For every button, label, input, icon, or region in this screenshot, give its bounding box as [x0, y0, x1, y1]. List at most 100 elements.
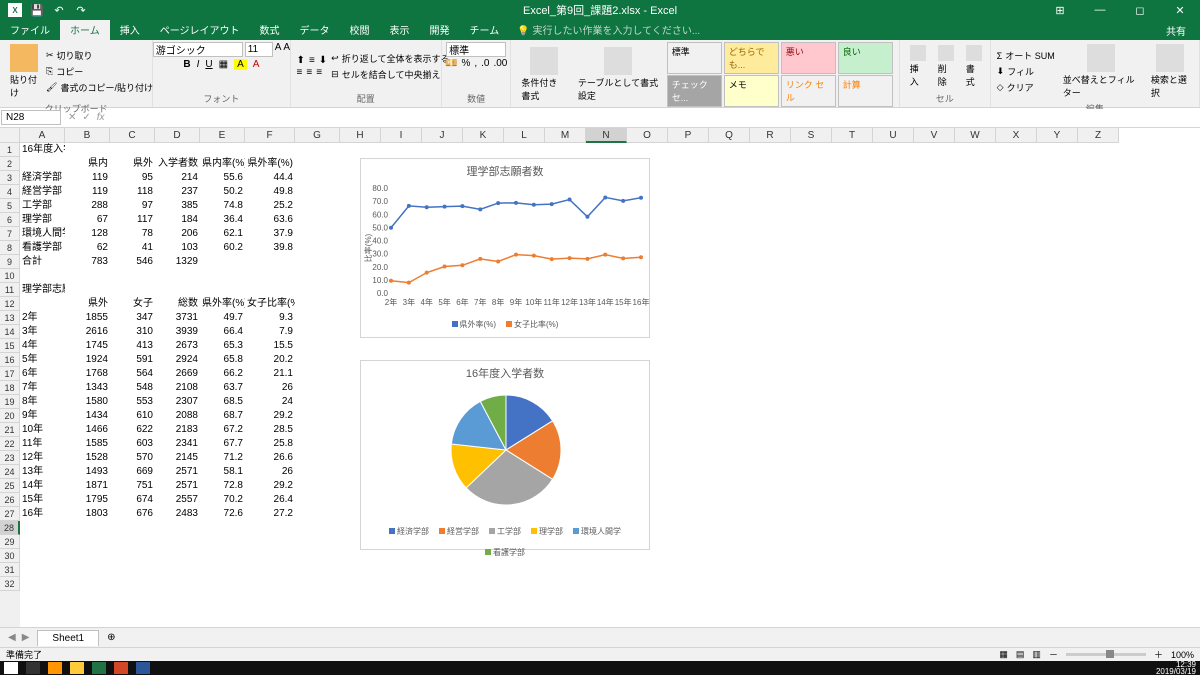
- cell[interactable]: 50.2: [200, 185, 245, 199]
- col-header[interactable]: B: [65, 128, 110, 143]
- cell[interactable]: 548: [110, 381, 155, 395]
- col-header[interactable]: T: [832, 128, 873, 143]
- inc-decimal-icon[interactable]: .0: [481, 58, 489, 69]
- row-header[interactable]: 2: [0, 157, 20, 171]
- cell[interactable]: 2571: [155, 479, 200, 493]
- font-size-select[interactable]: [245, 42, 273, 57]
- cell[interactable]: 70.2: [200, 493, 245, 507]
- cell[interactable]: 2669: [155, 367, 200, 381]
- cell[interactable]: 570: [110, 451, 155, 465]
- row-header[interactable]: 15: [0, 339, 20, 353]
- view-break-icon[interactable]: ▥: [1032, 649, 1041, 660]
- view-normal-icon[interactable]: ▦: [999, 649, 1008, 660]
- cell[interactable]: 49.7: [200, 311, 245, 325]
- cell[interactable]: 67.2: [200, 423, 245, 437]
- cell[interactable]: 546: [110, 255, 155, 269]
- search-icon[interactable]: [26, 662, 40, 674]
- style-neutral[interactable]: どちらでも...: [724, 42, 779, 74]
- row-header[interactable]: 3: [0, 171, 20, 185]
- style-normal[interactable]: 標準: [667, 42, 722, 74]
- cell[interactable]: 66.4: [200, 325, 245, 339]
- tab-データ[interactable]: データ: [290, 19, 340, 40]
- cell[interactable]: 37.9: [245, 227, 295, 241]
- copy-button[interactable]: ⎘ コピー: [46, 64, 153, 79]
- cell[interactable]: 2616: [65, 325, 110, 339]
- cell[interactable]: 1343: [65, 381, 110, 395]
- col-header[interactable]: H: [340, 128, 381, 143]
- row-header[interactable]: 7: [0, 227, 20, 241]
- row-header[interactable]: 20: [0, 409, 20, 423]
- cell[interactable]: 1855: [65, 311, 110, 325]
- cell[interactable]: 2307: [155, 395, 200, 409]
- word-icon[interactable]: [136, 662, 150, 674]
- cell[interactable]: 1580: [65, 395, 110, 409]
- cell[interactable]: 2145: [155, 451, 200, 465]
- cancel-fx-icon[interactable]: ✕: [68, 112, 76, 123]
- cell[interactable]: 67.7: [200, 437, 245, 451]
- save-icon[interactable]: 💾: [30, 3, 44, 17]
- clear-button[interactable]: ◇ クリア: [997, 80, 1055, 95]
- cell[interactable]: 13年: [20, 465, 65, 479]
- cond-format-button[interactable]: 条件付き書式: [517, 45, 569, 104]
- col-header[interactable]: I: [381, 128, 422, 143]
- cell[interactable]: 14年: [20, 479, 65, 493]
- row-header[interactable]: 30: [0, 549, 20, 563]
- pie-chart[interactable]: 16年度入学者数 経済学部経営学部工学部理学部環境人間学看護学部: [360, 360, 650, 550]
- cell[interactable]: 553: [110, 395, 155, 409]
- cell[interactable]: 65.8: [200, 353, 245, 367]
- zoom-level[interactable]: 100%: [1171, 650, 1194, 660]
- cell[interactable]: 15.5: [245, 339, 295, 353]
- tab-ページレイアウト[interactable]: ページレイアウト: [150, 19, 250, 40]
- cell[interactable]: 68.7: [200, 409, 245, 423]
- cell[interactable]: 11年: [20, 437, 65, 451]
- cell[interactable]: 7.9: [245, 325, 295, 339]
- zoom-out-icon[interactable]: －: [1049, 648, 1058, 661]
- cell[interactable]: 1493: [65, 465, 110, 479]
- cell[interactable]: 6年: [20, 367, 65, 381]
- cell[interactable]: 県外: [65, 297, 110, 311]
- cell[interactable]: 9年: [20, 409, 65, 423]
- autosum-button[interactable]: Σ オート SUM: [997, 48, 1055, 63]
- cell[interactable]: 2年: [20, 311, 65, 325]
- cell[interactable]: 29.2: [245, 409, 295, 423]
- cell[interactable]: 66.2: [200, 367, 245, 381]
- col-header[interactable]: L: [504, 128, 545, 143]
- cell[interactable]: 15年: [20, 493, 65, 507]
- sheet-tab[interactable]: Sheet1: [37, 630, 99, 646]
- currency-icon[interactable]: 💴: [445, 58, 457, 69]
- cell[interactable]: 119: [65, 185, 110, 199]
- cell[interactable]: 理学部志願者数の推移: [20, 283, 65, 297]
- tab-開発[interactable]: 開発: [420, 19, 460, 40]
- row-header[interactable]: 8: [0, 241, 20, 255]
- cell[interactable]: 28.5: [245, 423, 295, 437]
- row-header[interactable]: 32: [0, 577, 20, 591]
- cell[interactable]: 63.6: [245, 213, 295, 227]
- cell[interactable]: 16年: [20, 507, 65, 521]
- close-icon[interactable]: ✕: [1160, 0, 1200, 20]
- underline-button[interactable]: U: [205, 59, 212, 70]
- col-header[interactable]: U: [873, 128, 914, 143]
- row-header[interactable]: 11: [0, 283, 20, 297]
- cell[interactable]: 5年: [20, 353, 65, 367]
- cell[interactable]: 女子比率(%): [245, 297, 295, 311]
- align-top-icon[interactable]: ⬆: [297, 55, 305, 66]
- row-header[interactable]: 4: [0, 185, 20, 199]
- tab-ホーム[interactable]: ホーム: [60, 19, 110, 40]
- cell[interactable]: 16年度入学者: [20, 143, 65, 157]
- cell[interactable]: 1795: [65, 493, 110, 507]
- row-header[interactable]: 21: [0, 423, 20, 437]
- cell[interactable]: 117: [110, 213, 155, 227]
- cell[interactable]: 合計: [20, 255, 65, 269]
- cell[interactable]: 26.6: [245, 451, 295, 465]
- tab-表示[interactable]: 表示: [380, 19, 420, 40]
- cell[interactable]: 21.1: [245, 367, 295, 381]
- cell[interactable]: 2341: [155, 437, 200, 451]
- cell[interactable]: 564: [110, 367, 155, 381]
- align-center-icon[interactable]: ≡: [306, 67, 312, 78]
- cell[interactable]: 県内: [65, 157, 110, 171]
- cell[interactable]: 310: [110, 325, 155, 339]
- ribbon-opts-icon[interactable]: ⊞: [1040, 0, 1080, 20]
- firefox-icon[interactable]: [48, 662, 62, 674]
- row-header[interactable]: 31: [0, 563, 20, 577]
- cell[interactable]: 751: [110, 479, 155, 493]
